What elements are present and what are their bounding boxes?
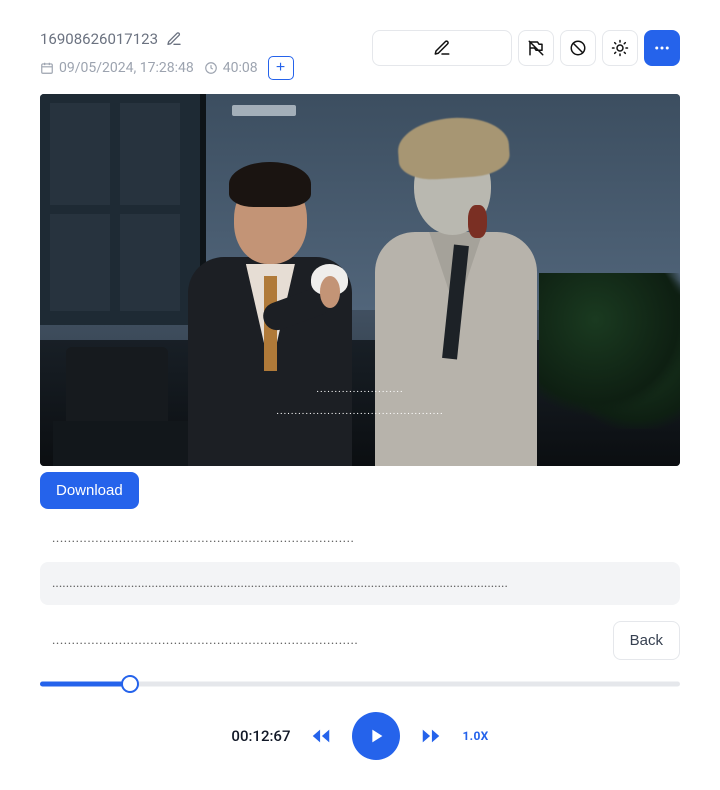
time-display: 00:12:67 [231,727,290,745]
flag-off-button[interactable] [518,30,554,66]
rewind-button[interactable] [310,725,332,747]
duration-text: 40:08 [223,60,258,76]
file-id: 16908626017123 [40,30,158,48]
back-button[interactable]: Back [613,621,680,660]
transcript-line-2: ........................................… [40,562,680,605]
video-preview[interactable]: ........................ ...............… [40,94,680,466]
brightness-button[interactable] [602,30,638,66]
overlay-dots-b: ........................................… [276,406,443,417]
edit-tool-button[interactable] [372,30,512,66]
transcript-line-3: ........................................… [40,633,358,648]
date-meta: 09/05/2024, 17:28:48 [40,60,194,76]
progress-slider[interactable] [40,678,680,690]
duration-meta: 40:08 [204,60,258,76]
overlay-dots-a: ........................ [316,384,403,395]
disable-button[interactable] [560,30,596,66]
playback-speed[interactable]: 1.0X [462,729,488,743]
date-text: 09/05/2024, 17:28:48 [59,60,194,76]
transcript-line-1: ........................................… [40,531,680,546]
clock-icon [204,61,218,75]
edit-title-icon[interactable] [166,31,182,47]
download-button[interactable]: Download [40,472,139,509]
more-options-button[interactable] [644,30,680,66]
add-button[interactable]: + [268,56,294,80]
forward-button[interactable] [420,725,442,747]
calendar-icon [40,61,54,75]
play-button[interactable] [352,712,400,760]
